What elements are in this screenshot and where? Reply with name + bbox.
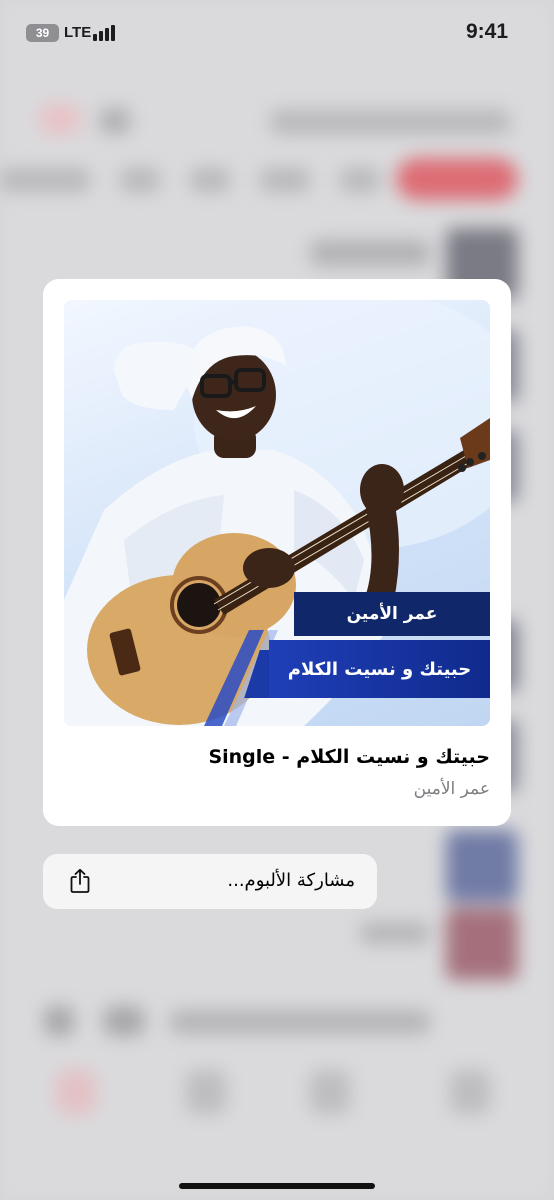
- artwork-title-text: حبيتك و نسيت الكلام: [287, 658, 472, 680]
- share-album-label: مشاركة الألبوم...: [227, 870, 355, 891]
- signal-icon: [93, 25, 115, 41]
- home-indicator[interactable]: [179, 1183, 375, 1189]
- share-album-button[interactable]: مشاركة الألبوم...: [43, 854, 377, 909]
- share-icon: [70, 868, 90, 893]
- album-title: حبيتك و نسيت الكلام - Single: [208, 746, 490, 768]
- network-type: LTE: [64, 24, 92, 41]
- album-artwork: عمر الأمين حبيتك و نسيت الكلام: [64, 300, 490, 726]
- battery-level: 39: [35, 26, 50, 40]
- battery-indicator: 39: [26, 24, 59, 42]
- album-artist[interactable]: عمر الأمين: [414, 779, 490, 799]
- artwork-artist-banner: عمر الأمين: [294, 592, 490, 636]
- album-preview-card[interactable]: عمر الأمين حبيتك و نسيت الكلام حبيتك و ن…: [43, 279, 511, 826]
- status-bar: 39 LTE 9:41: [0, 0, 554, 62]
- status-time: 9:41: [465, 20, 508, 43]
- artwork-title-banner: حبيتك و نسيت الكلام: [269, 640, 490, 698]
- artwork-artist-text: عمر الأمين: [346, 604, 438, 624]
